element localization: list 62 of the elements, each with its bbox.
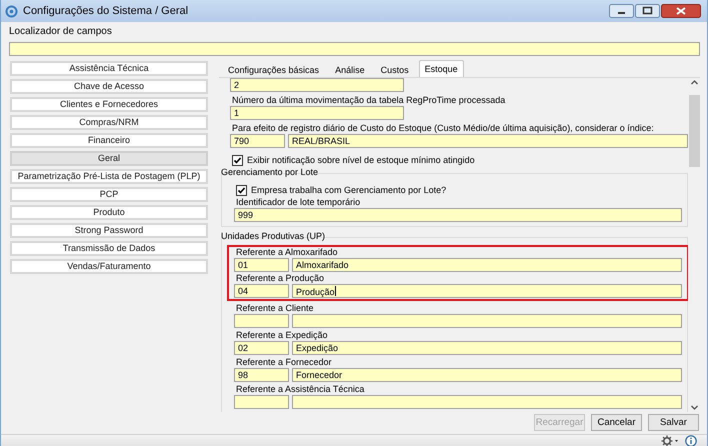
- code-field[interactable]: [234, 395, 289, 409]
- sidebar-item[interactable]: Chave de Acesso: [10, 79, 208, 94]
- sidebar-item[interactable]: Clientes e Fornecedores: [10, 97, 208, 112]
- app-logo-icon: [5, 4, 18, 18]
- sidebar-item[interactable]: Assistência Técnica: [10, 61, 208, 76]
- description-field[interactable]: Almoxarifado: [292, 258, 682, 272]
- sidebar-item[interactable]: Compras/NRM: [10, 115, 208, 130]
- group-title: Gerenciamento por Lote: [221, 167, 320, 178]
- tab[interactable]: Análise: [329, 62, 371, 77]
- code-field[interactable]: 02: [234, 341, 289, 355]
- field-label: Número da última movimentação da tabela RegProTime processada: [232, 95, 506, 106]
- action-button[interactable]: Cancelar: [591, 414, 642, 431]
- field-label: Referente a Assistência Técnica: [236, 384, 366, 395]
- sidebar-item[interactable]: Parametrização Pré-Lista de Postagem (PLP): [10, 169, 208, 184]
- group-title: Unidades Produtivas (UP): [221, 231, 326, 242]
- search-field[interactable]: [9, 42, 700, 56]
- field-label: Para efeito de registro diário de Custo do Estoque (Custo Médio/de última aquisição), considerar o índice:: [232, 123, 655, 134]
- input-field[interactable]: 1: [230, 106, 404, 120]
- sidebar-item[interactable]: Strong Password: [10, 223, 208, 238]
- sidebar-item[interactable]: Financeiro: [10, 133, 208, 148]
- code-field[interactable]: 01: [234, 258, 289, 272]
- code-field[interactable]: 98: [234, 368, 289, 382]
- sidebar-item[interactable]: Produto: [10, 205, 208, 220]
- close-button[interactable]: [661, 4, 701, 18]
- sidebar-item[interactable]: Vendas/Faturamento: [10, 259, 208, 274]
- minimize-button[interactable]: [609, 4, 634, 18]
- checkbox-label: Exibir notificação sobre nível de estoque mínimo atingido: [247, 154, 475, 166]
- tab[interactable]: Estoque: [418, 60, 464, 77]
- field-label: Referente a Cliente: [236, 303, 315, 314]
- field-label: Localizador de campos: [9, 26, 113, 38]
- sidebar-item[interactable]: Transmissão de Dados: [10, 241, 208, 256]
- input-field[interactable]: 999: [234, 208, 682, 222]
- scrollbar-thumb[interactable]: [688, 95, 700, 167]
- code-field[interactable]: 04: [234, 284, 289, 298]
- checkbox-label: Empresa trabalha com Gerenciamento por Lote?: [251, 184, 446, 196]
- code-field[interactable]: [234, 314, 289, 328]
- description-field[interactable]: Produção: [292, 284, 682, 298]
- field-label: Referente a Expedição: [236, 330, 329, 341]
- maximize-button[interactable]: [635, 4, 660, 18]
- action-button[interactable]: Salvar: [648, 414, 699, 431]
- field-label: Referente a Produção: [236, 273, 326, 284]
- description-field[interactable]: Fornecedor: [292, 368, 682, 382]
- description-field[interactable]: [292, 395, 682, 409]
- scroll-up-icon[interactable]: [690, 78, 698, 87]
- window-title: Configurações do Sistema / Geral: [23, 5, 190, 17]
- settings-icon[interactable]: [661, 435, 679, 446]
- checkbox[interactable]: [236, 184, 247, 196]
- description-field[interactable]: Expedição: [292, 341, 682, 355]
- description-field[interactable]: REAL/BRASIL: [288, 134, 688, 148]
- sidebar-item[interactable]: Geral: [10, 151, 208, 166]
- field-label: Referente a Fornecedor: [236, 357, 333, 368]
- tab[interactable]: Custos: [374, 62, 415, 77]
- checkbox[interactable]: [232, 154, 243, 166]
- field-label: Referente a Almoxarifado: [236, 247, 339, 258]
- description-field[interactable]: [292, 314, 682, 328]
- code-field[interactable]: 790: [230, 134, 285, 148]
- sidebar-item[interactable]: PCP: [10, 187, 208, 202]
- scroll-down-icon[interactable]: [690, 403, 698, 412]
- input-field[interactable]: 2: [230, 78, 404, 92]
- info-icon[interactable]: [685, 435, 697, 446]
- tab[interactable]: Configurações básicas: [222, 62, 326, 77]
- field-label: Identificador de lote temporário: [236, 197, 362, 208]
